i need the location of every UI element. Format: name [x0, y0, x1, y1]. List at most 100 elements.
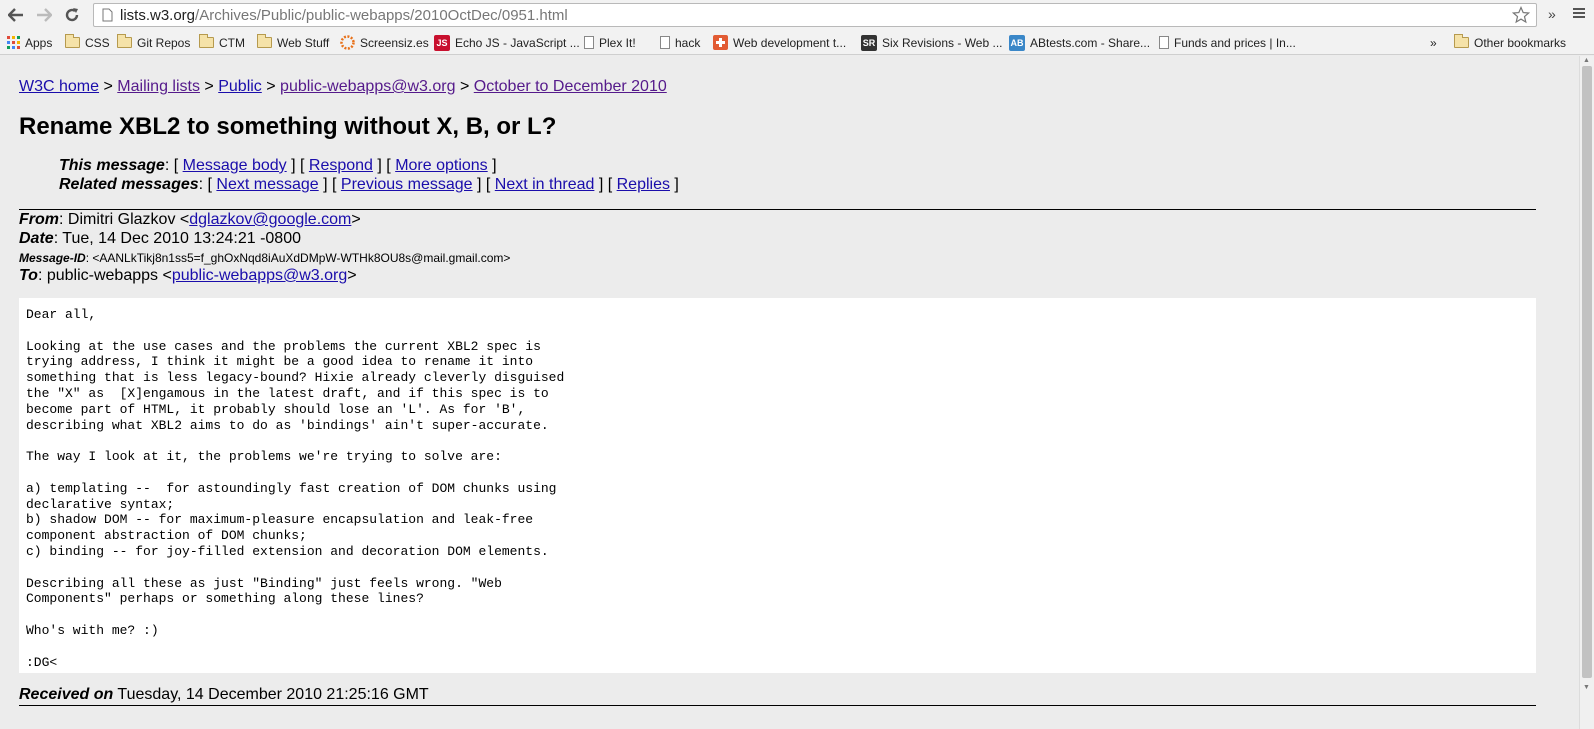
- plus-icon: [713, 35, 728, 50]
- folder-icon: [199, 34, 214, 48]
- scroll-down-arrow-icon[interactable]: ▼: [1583, 684, 1590, 691]
- page-icon: [584, 36, 594, 49]
- this-message-label: This message: [59, 157, 165, 174]
- breadcrumb-separator: >: [103, 78, 113, 95]
- bookmark-label: Echo JS - JavaScript ...: [455, 35, 580, 50]
- bookmark-plex-it[interactable]: Plex It!: [584, 31, 636, 54]
- bookmark-web-development[interactable]: Web development t...: [713, 31, 846, 54]
- bookmark-web-stuff[interactable]: Web Stuff: [257, 31, 329, 54]
- bookmark-css[interactable]: CSS: [65, 31, 110, 54]
- bookmark-funds-and-prices[interactable]: Funds and prices | In...: [1159, 31, 1296, 54]
- next-in-thread-link[interactable]: Next in thread: [495, 176, 595, 193]
- extensions-overflow-icon[interactable]: »: [1548, 6, 1556, 22]
- breadcrumb-separator: >: [204, 78, 214, 95]
- bookmark-git-repos[interactable]: Git Repos: [117, 31, 190, 54]
- folder-icon: [257, 34, 272, 48]
- bookmark-label: Web development t...: [733, 35, 847, 50]
- message-id-value: <AANLkTikj8n1ss5=f_ghOxNqd8iAuXdDMpW-WTH…: [92, 251, 511, 265]
- bookmark-label: ABtests.com - Share...: [1030, 35, 1151, 50]
- breadcrumb: W3C home > Mailing lists > Public > publ…: [19, 78, 667, 96]
- bookmark-label: Other bookmarks: [1474, 35, 1567, 50]
- reload-icon[interactable]: [60, 3, 84, 27]
- bookmark-six-revisions[interactable]: SR Six Revisions - Web ...: [861, 31, 1002, 54]
- page-icon: [102, 8, 113, 27]
- page-icon: [660, 36, 670, 49]
- bookmark-echojs[interactable]: JS Echo JS - JavaScript ...: [434, 31, 580, 54]
- bookmark-abtests[interactable]: AB ABtests.com - Share...: [1009, 31, 1150, 54]
- browser-toolbar: lists.w3.org/Archives/Public/public-weba…: [0, 0, 1594, 31]
- message-id-header: Message-ID: <AANLkTikj8n1ss5=f_ghOxNqd8i…: [19, 251, 511, 265]
- to-header: To: public-webapps <public-webapps@w3.or…: [19, 267, 357, 284]
- echojs-icon: JS: [434, 34, 450, 51]
- sixrevisions-icon: SR: [861, 34, 877, 51]
- bookmark-label: Screensiz.es: [360, 35, 429, 50]
- address-bar[interactable]: lists.w3.org/Archives/Public/public-weba…: [93, 3, 1537, 27]
- scroll-thumb[interactable]: [1582, 66, 1592, 678]
- bookmark-label: Six Revisions - Web ...: [882, 35, 1003, 50]
- page-scrollbar[interactable]: ▲ ▼: [1579, 56, 1594, 729]
- bookmark-label: Plex It!: [599, 35, 636, 50]
- breadcrumb-w3c-home[interactable]: W3C home: [19, 78, 99, 95]
- folder-icon: [1454, 34, 1469, 48]
- bookmarks-overflow-label: »: [1430, 35, 1437, 50]
- bookmark-label: Funds and prices | In...: [1174, 35, 1296, 50]
- bookmarks-overflow-button[interactable]: »: [1430, 31, 1437, 54]
- breadcrumb-public-webapps[interactable]: public-webapps@w3.org: [280, 78, 455, 95]
- bookmark-star-icon[interactable]: [1511, 5, 1531, 29]
- from-header: From: Dimitri Glazkov <dglazkov@google.c…: [19, 211, 361, 228]
- bookmark-apps[interactable]: Apps: [7, 31, 52, 54]
- forward-arrow-icon[interactable]: [32, 3, 56, 27]
- scroll-up-arrow-icon[interactable]: ▲: [1583, 57, 1590, 64]
- breadcrumb-public[interactable]: Public: [218, 78, 262, 95]
- to-label: To: [19, 267, 38, 284]
- menu-icon[interactable]: [1572, 6, 1586, 25]
- folder-icon: [65, 34, 80, 48]
- to-name: public-webapps: [46, 267, 159, 284]
- date-header: Date: Tue, 14 Dec 2010 13:24:21 -0800: [19, 230, 301, 247]
- previous-message-link[interactable]: Previous message: [341, 176, 473, 193]
- bookmark-ctm[interactable]: CTM: [199, 31, 245, 54]
- breadcrumb-separator: >: [266, 78, 276, 95]
- respond-link[interactable]: Respond: [309, 157, 373, 174]
- page-icon: [1159, 36, 1169, 49]
- header-divider: [19, 209, 1536, 210]
- footer-divider: [19, 705, 1536, 706]
- apps-grid-icon: [7, 36, 20, 49]
- breadcrumb-oct-dec-2010[interactable]: October to December 2010: [474, 78, 667, 95]
- date-label: Date: [19, 230, 54, 247]
- bookmark-other-bookmarks[interactable]: Other bookmarks: [1454, 31, 1566, 54]
- bookmark-label: hack: [675, 35, 701, 50]
- message-body: Dear all, Looking at the use cases and t…: [19, 298, 1536, 673]
- from-email-link[interactable]: dglazkov@google.com: [189, 211, 351, 228]
- bookmark-label: Git Repos: [137, 35, 191, 50]
- back-arrow-icon[interactable]: [4, 3, 28, 27]
- related-messages-nav: Related messages: [ Next message ] [ Pre…: [59, 176, 679, 193]
- folder-icon: [117, 34, 132, 48]
- next-message-link[interactable]: Next message: [216, 176, 318, 193]
- bookmark-label: Web Stuff: [277, 35, 330, 50]
- related-messages-label: Related messages: [59, 176, 199, 193]
- more-options-link[interactable]: More options: [395, 157, 488, 174]
- bookmark-label: Apps: [25, 35, 53, 50]
- abtests-icon: AB: [1009, 34, 1025, 51]
- bookmark-hack[interactable]: hack: [660, 31, 700, 54]
- breadcrumb-mailing-lists[interactable]: Mailing lists: [117, 78, 200, 95]
- to-email-link[interactable]: public-webapps@w3.org: [172, 267, 347, 284]
- screensiz-icon: [340, 35, 355, 50]
- replies-link[interactable]: Replies: [617, 176, 670, 193]
- received-on: Received on Tuesday, 14 December 2010 21…: [19, 686, 429, 704]
- this-message-nav: This message: [ Message body ] [ Respond…: [59, 157, 497, 174]
- url-text: lists.w3.org/Archives/Public/public-weba…: [120, 7, 568, 24]
- date-value: Tue, 14 Dec 2010 13:24:21 -0800: [62, 230, 301, 247]
- message-id-label: Message-ID: [19, 251, 86, 265]
- breadcrumb-separator: >: [459, 78, 470, 95]
- from-name: Dimitri Glazkov: [67, 211, 176, 228]
- bookmark-screensiz[interactable]: Screensiz.es: [340, 31, 429, 54]
- message-title: Rename XBL2 to something without X, B, o…: [19, 113, 557, 140]
- received-on-value: Tuesday, 14 December 2010 21:25:16 GMT: [117, 686, 429, 703]
- bookmark-label: CTM: [219, 35, 245, 50]
- received-on-label: Received on: [19, 686, 114, 703]
- message-body-text: Dear all, Looking at the use cases and t…: [26, 307, 565, 670]
- bookmark-label: CSS: [85, 35, 110, 50]
- message-body-link[interactable]: Message body: [183, 157, 287, 174]
